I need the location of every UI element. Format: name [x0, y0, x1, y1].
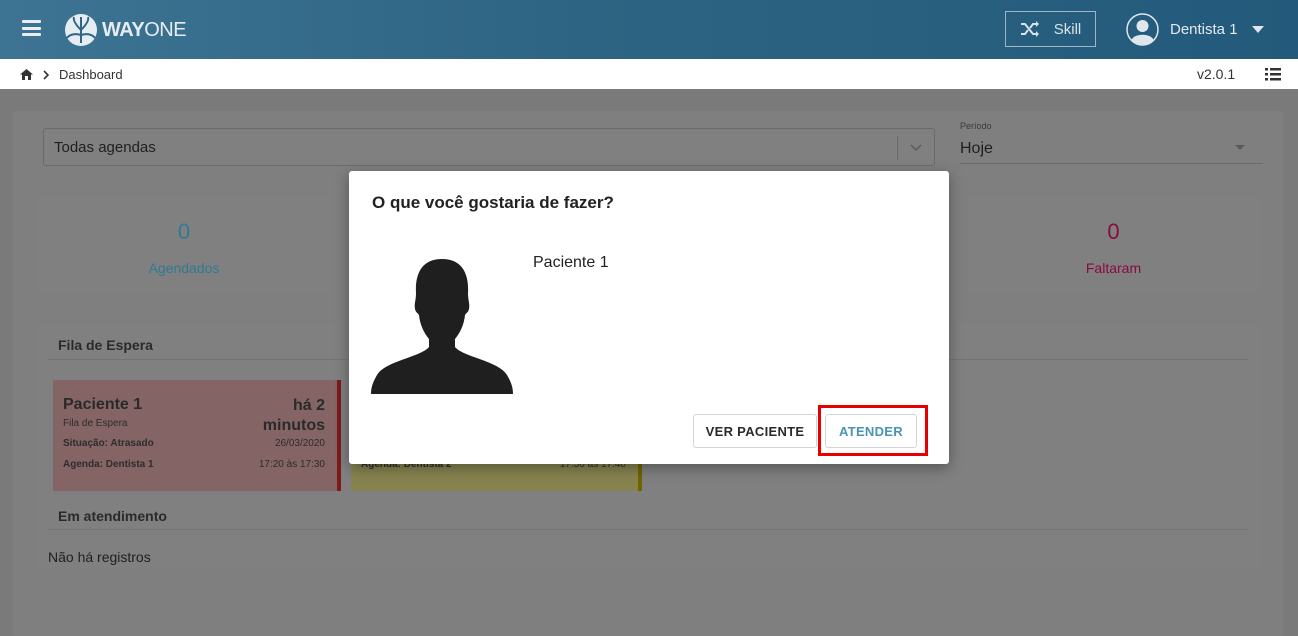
chevron-down-icon[interactable] [910, 144, 922, 152]
breadcrumb-current: Dashboard [59, 67, 123, 82]
chevron-right-icon [43, 69, 49, 80]
periodo-underline [960, 163, 1263, 164]
card-elapsed: há 2 minutos [262, 397, 325, 434]
shuffle-icon [1020, 21, 1039, 37]
section-divider [48, 529, 1248, 530]
stat-agendados[interactable]: 0 Agendados [38, 197, 330, 293]
list-icon[interactable] [1265, 68, 1281, 81]
stat-label: Faltaram [1085, 260, 1142, 276]
queue-card[interactable]: Paciente 1 Fila de Espera Situação: Atra… [53, 380, 341, 491]
card-time: 17:20 às 17:30 [258, 459, 325, 470]
stat-value: 0 [177, 219, 191, 244]
breadcrumb: Dashboard [20, 67, 123, 82]
menu-icon[interactable] [22, 20, 41, 36]
dialog-title: O que você gostaria de fazer? [372, 193, 614, 212]
agenda-select[interactable]: Todas agendas [43, 128, 935, 166]
brand-name: WAYONE [102, 18, 187, 41]
stat-label: Agendados [148, 260, 220, 276]
card-patient-name: Paciente 1 [63, 396, 143, 413]
skill-button[interactable]: Skill [1005, 11, 1096, 47]
user-menu[interactable]: Dentista 1 [1126, 12, 1264, 46]
wayone-logo-icon [65, 14, 97, 46]
ver-paciente-button[interactable]: VER PACIENTE [693, 414, 817, 448]
patient-name: Paciente 1 [533, 254, 609, 271]
highlight-box [818, 405, 928, 456]
card-agenda: Agenda: Dentista 1 [63, 459, 154, 470]
caret-down-icon[interactable] [1251, 25, 1264, 33]
stat-value: 0 [1107, 219, 1120, 244]
periodo-label: Período [960, 121, 992, 131]
agenda-select-value: Todas agendas [54, 139, 156, 156]
periodo-select[interactable]: Hoje [960, 140, 993, 158]
skill-label: Skill [1053, 20, 1082, 38]
top-bar: WAYONE Skill Dentista 1 [0, 0, 1298, 59]
card-situacao: Situação: Atrasado [63, 438, 154, 449]
empty-message: Não há registros [48, 549, 151, 565]
card-status-line: Fila de Espera [63, 418, 128, 429]
user-avatar-icon [1126, 12, 1159, 46]
card-date: 26/03/2020 [274, 438, 325, 449]
breadcrumb-bar: Dashboard v2.0.1 [0, 59, 1298, 89]
user-name: Dentista 1 [1170, 20, 1238, 38]
version-label: v2.0.1 [1197, 66, 1236, 82]
fila-title: Fila de Espera [58, 337, 153, 353]
home-icon[interactable] [20, 69, 33, 80]
patient-silhouette-icon [371, 259, 513, 394]
brand-logo[interactable]: WAYONE [64, 13, 187, 47]
stat-faltaram[interactable]: 0 Faltaram [966, 197, 1261, 293]
atendimento-title: Em atendimento [58, 508, 167, 524]
select-separator [897, 136, 898, 160]
caret-down-icon[interactable] [1235, 145, 1245, 150]
